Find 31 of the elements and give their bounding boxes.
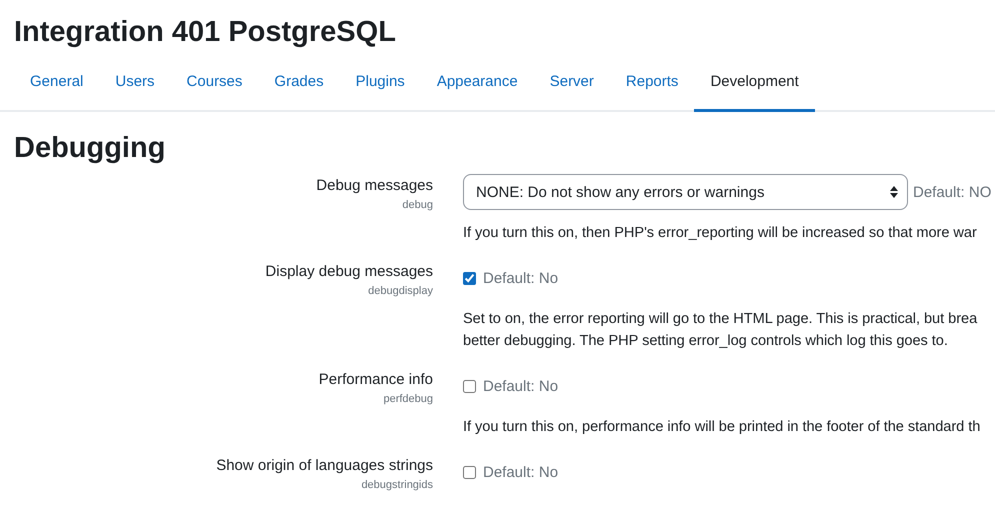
default-value: Default: No [483,378,558,394]
nav-tab[interactable]: Plugins [340,48,421,112]
nav-tab[interactable]: Appearance [420,48,534,112]
nav-tab[interactable]: General [14,48,100,112]
nav-tab[interactable]: Server [534,48,610,112]
checkbox[interactable] [463,466,476,478]
default-value: Default: No [483,270,558,286]
setting-name: debugstringids [360,479,433,491]
setting-description: If you turn this on, performance info will be printed in the footer of the standard th [463,418,982,437]
setting-name: perfdebug [382,393,433,405]
default-value: Default: No [483,464,558,480]
setting-label: Display debug messages [264,262,433,280]
setting-name: debug [401,199,433,211]
nav-tab[interactable]: Courses [170,48,258,112]
setting-label: Debug messages [315,176,433,194]
checkbox[interactable] [463,272,476,284]
setting-description: Set to on, the error reporting will go to the HTML page. This is practical, but brea better debugging. The PHP setting error_log controls which log this goes to. [463,310,978,351]
page-title: Integration 401 PostgreSQL [13,15,397,48]
nav-tab[interactable]: Users [99,48,171,112]
setting-description: If you turn this on, then PHP's error_reporting will be increased so that more war [463,224,978,243]
section-heading: Debugging [13,131,166,166]
setting-label: Performance info [318,370,433,388]
setting-name: debugdisplay [367,285,433,297]
checkbox[interactable] [463,380,476,392]
nav-tab[interactable]: Development [694,48,815,112]
nav-tab[interactable]: Reports [610,48,694,112]
default-value: Default: NO [913,184,992,200]
select-dropdown[interactable]: NONE: Do not show any errors or warnings [463,174,908,210]
nav-tab[interactable]: Grades [258,48,340,112]
sort-arrows-icon [890,186,898,198]
setting-label: Show origin of languages strings [215,456,433,474]
